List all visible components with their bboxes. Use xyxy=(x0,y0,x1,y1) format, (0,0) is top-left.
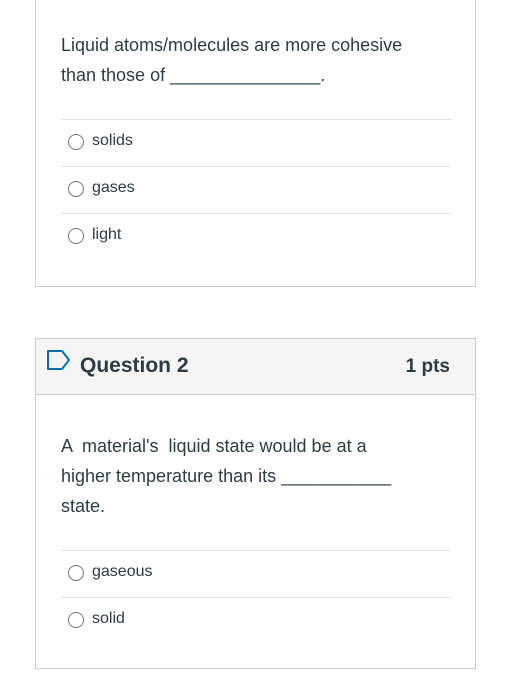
question-2-text-line-1: A material's liquid state would be at a xyxy=(61,436,367,456)
answer-light[interactable]: light xyxy=(61,213,452,260)
question-2-title: Question 2 xyxy=(80,354,189,377)
answer-label: gaseous xyxy=(92,563,153,580)
question-1-answers: solids gases light xyxy=(61,119,452,260)
question-1-card: Liquid atoms/molecules are more cohesive… xyxy=(35,0,476,287)
answer-label: solids xyxy=(92,132,133,149)
question-2-card: Question 2 1 pts A material's liquid sta… xyxy=(35,338,476,669)
radio-button-icon[interactable] xyxy=(68,181,84,197)
question-2-text: A material's liquid state would be at a … xyxy=(61,431,453,521)
bookmark-icon[interactable] xyxy=(46,349,72,376)
question-2-header: Question 2 1 pts xyxy=(36,339,475,395)
question-1-text-line-1: Liquid atoms/molecules are more cohesive xyxy=(61,35,403,55)
radio-button-icon[interactable] xyxy=(68,612,84,628)
question-1-text: Liquid atoms/molecules are more cohesive… xyxy=(61,30,453,90)
radio-button-icon[interactable] xyxy=(68,565,84,581)
radio-button-icon[interactable] xyxy=(68,228,84,244)
question-2-answers: gaseous solid xyxy=(61,550,452,644)
radio-button-icon[interactable] xyxy=(68,134,84,150)
question-2-text-line-3: state. xyxy=(61,496,106,516)
answer-label: light xyxy=(92,226,122,243)
answer-solids[interactable]: solids xyxy=(61,119,452,166)
question-1-text-line-2: than those of _______________. xyxy=(61,65,326,85)
answer-gaseous[interactable]: gaseous xyxy=(61,550,452,597)
answer-gases[interactable]: gases xyxy=(61,166,452,213)
answer-label: solid xyxy=(92,610,125,627)
answer-label: gases xyxy=(92,179,135,196)
question-2-points: 1 pts xyxy=(405,356,450,377)
answer-solid[interactable]: solid xyxy=(61,597,452,644)
question-2-text-line-2: higher temperature than its ___________ xyxy=(61,466,392,486)
